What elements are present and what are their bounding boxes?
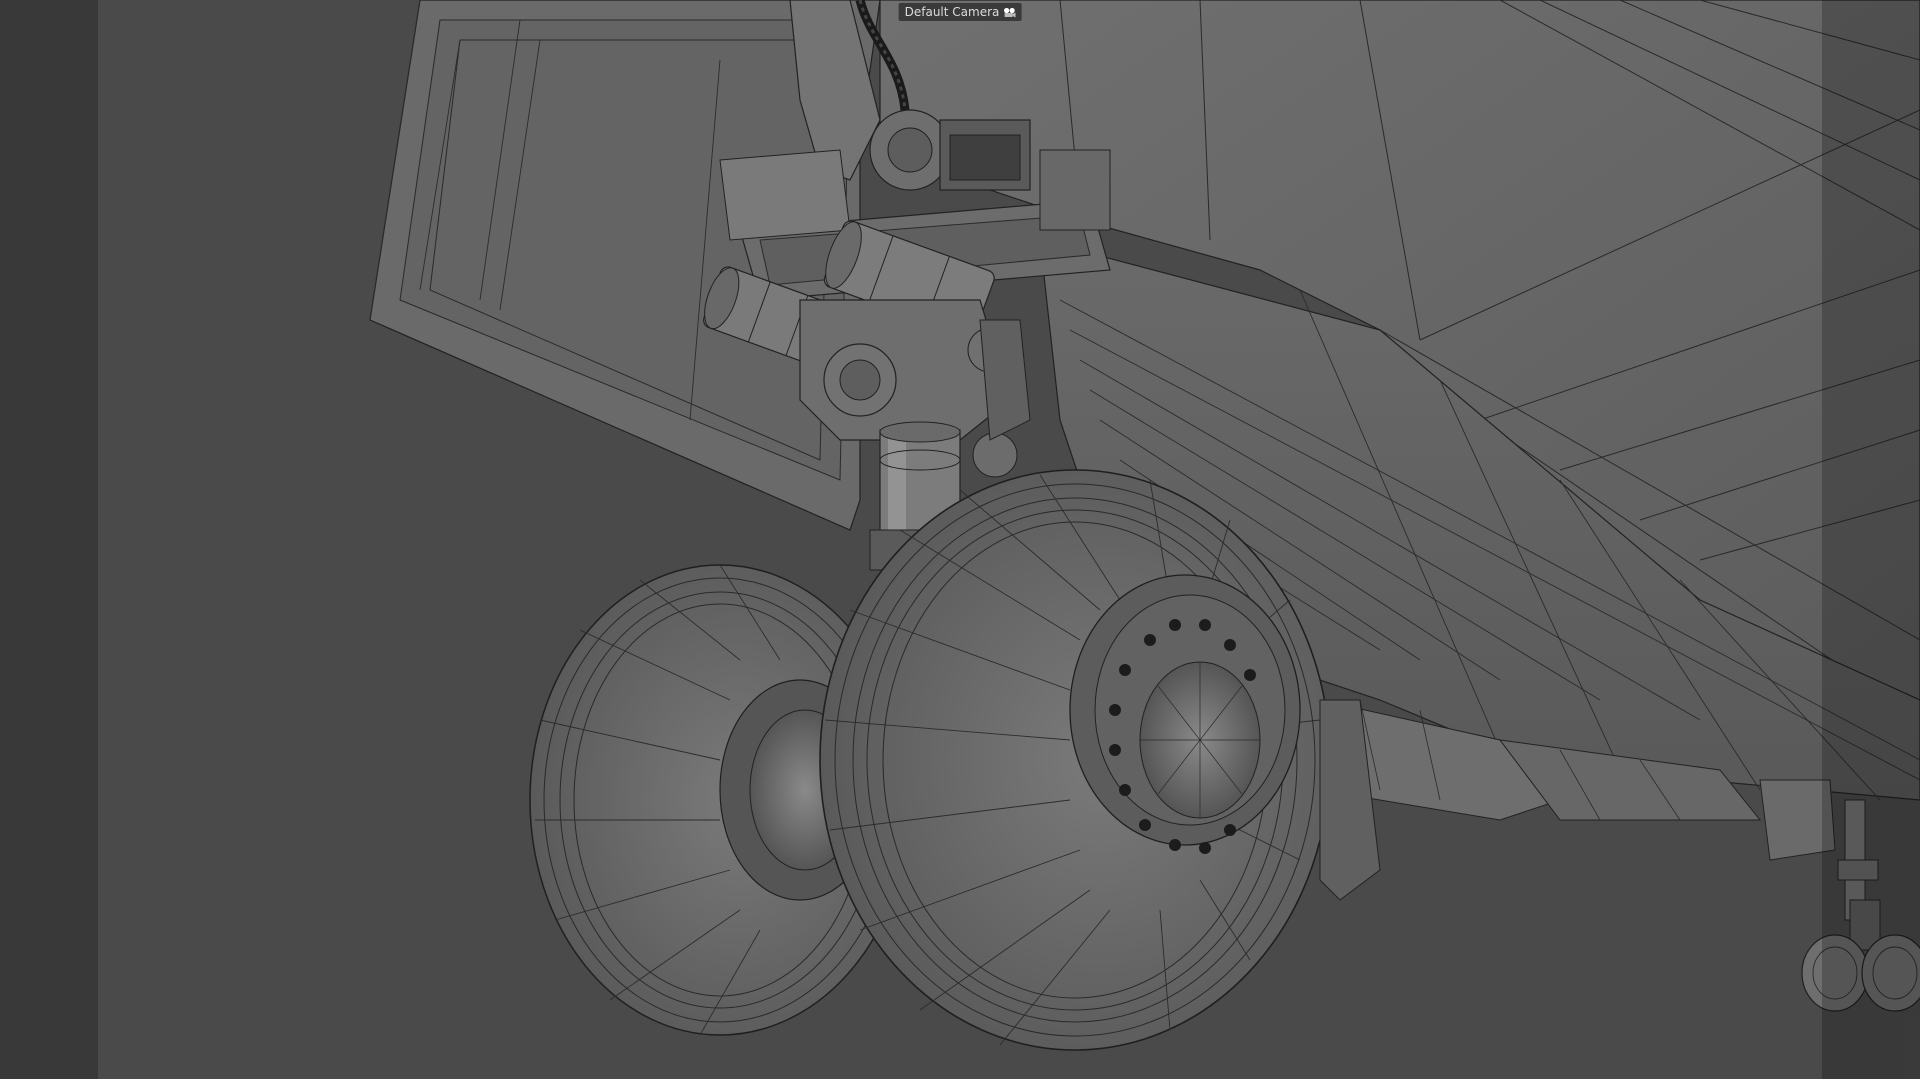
nose-landing-gear-distant[interactable] [1759,779,1920,1012]
3d-viewport[interactable]: Default Camera [0,0,1920,1079]
scene-render[interactable] [0,0,1920,1079]
landing-gear-wheel-front[interactable] [819,469,1331,1051]
camera-label-text: Default Camera [904,5,1000,19]
camera-selector[interactable]: Default Camera [898,3,1022,21]
camera-icon [1003,7,1016,17]
